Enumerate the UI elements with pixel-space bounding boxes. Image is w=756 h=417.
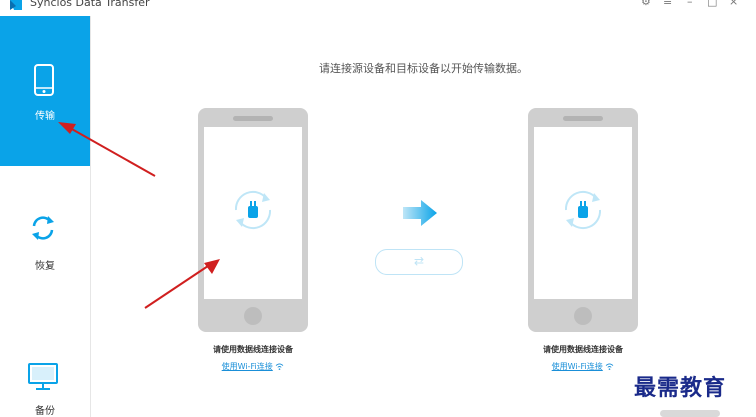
main-panel: 请连接源设备和目标设备以开始传输数据。 请使用数据线连接设备 使用Wi-Fi连接 [91,16,756,417]
swap-icon: ⇄ [413,254,425,268]
target-phone [528,108,638,332]
close-button[interactable]: × [729,0,738,9]
wifi-link-label: 使用Wi-Fi连接 [551,362,603,371]
source-phone [198,108,308,332]
menu-icon[interactable]: ≡ [663,0,672,9]
instruction-text: 请连接源设备和目标设备以开始传输数据。 [319,62,528,75]
sidebar: 传输 恢复 备份 [0,16,91,417]
maximize-button[interactable]: □ [707,0,717,9]
sidebar-item-transfer[interactable]: 传输 [0,16,90,166]
home-button [244,307,262,325]
app-logo-icon [10,0,22,10]
sidebar-item-label: 恢复 [35,261,55,272]
source-wifi-link[interactable]: 使用Wi-Fi连接 [163,361,343,372]
sidebar-item-label: 传输 [35,111,55,122]
usb-connect-icon [234,190,272,230]
refresh-icon [32,216,54,240]
home-button [574,307,592,325]
phone-speaker [563,116,603,121]
sidebar-item-recover[interactable]: 恢复 [0,166,90,296]
watermark-text: 最需教育 [634,375,727,401]
usb-connect-icon [564,190,602,230]
window-title: Syncios Data Transfer [30,0,150,9]
settings-icon[interactable]: ⚙ [641,0,651,9]
sidebar-item-label: 备份 [35,406,55,417]
source-phone-screen [204,127,302,299]
arrow-right-icon [403,200,437,226]
scrollbar-thumb[interactable] [660,410,720,417]
title-bar: Syncios Data Transfer ⚙ ≡ – □ × [0,0,756,16]
target-phone-screen [534,127,632,299]
swap-devices-button[interactable]: ⇄ [375,249,463,275]
wifi-icon [606,363,614,370]
monitor-icon [28,363,58,390]
phone-icon [34,64,54,96]
target-phone-caption: 请使用数据线连接设备 [543,345,623,354]
minimize-button[interactable]: – [687,0,693,9]
sidebar-item-backup[interactable]: 备份 [0,346,90,417]
phone-speaker [233,116,273,121]
source-phone-caption: 请使用数据线连接设备 [213,345,293,354]
wifi-icon [276,363,284,370]
wifi-link-label: 使用Wi-Fi连接 [221,362,273,371]
